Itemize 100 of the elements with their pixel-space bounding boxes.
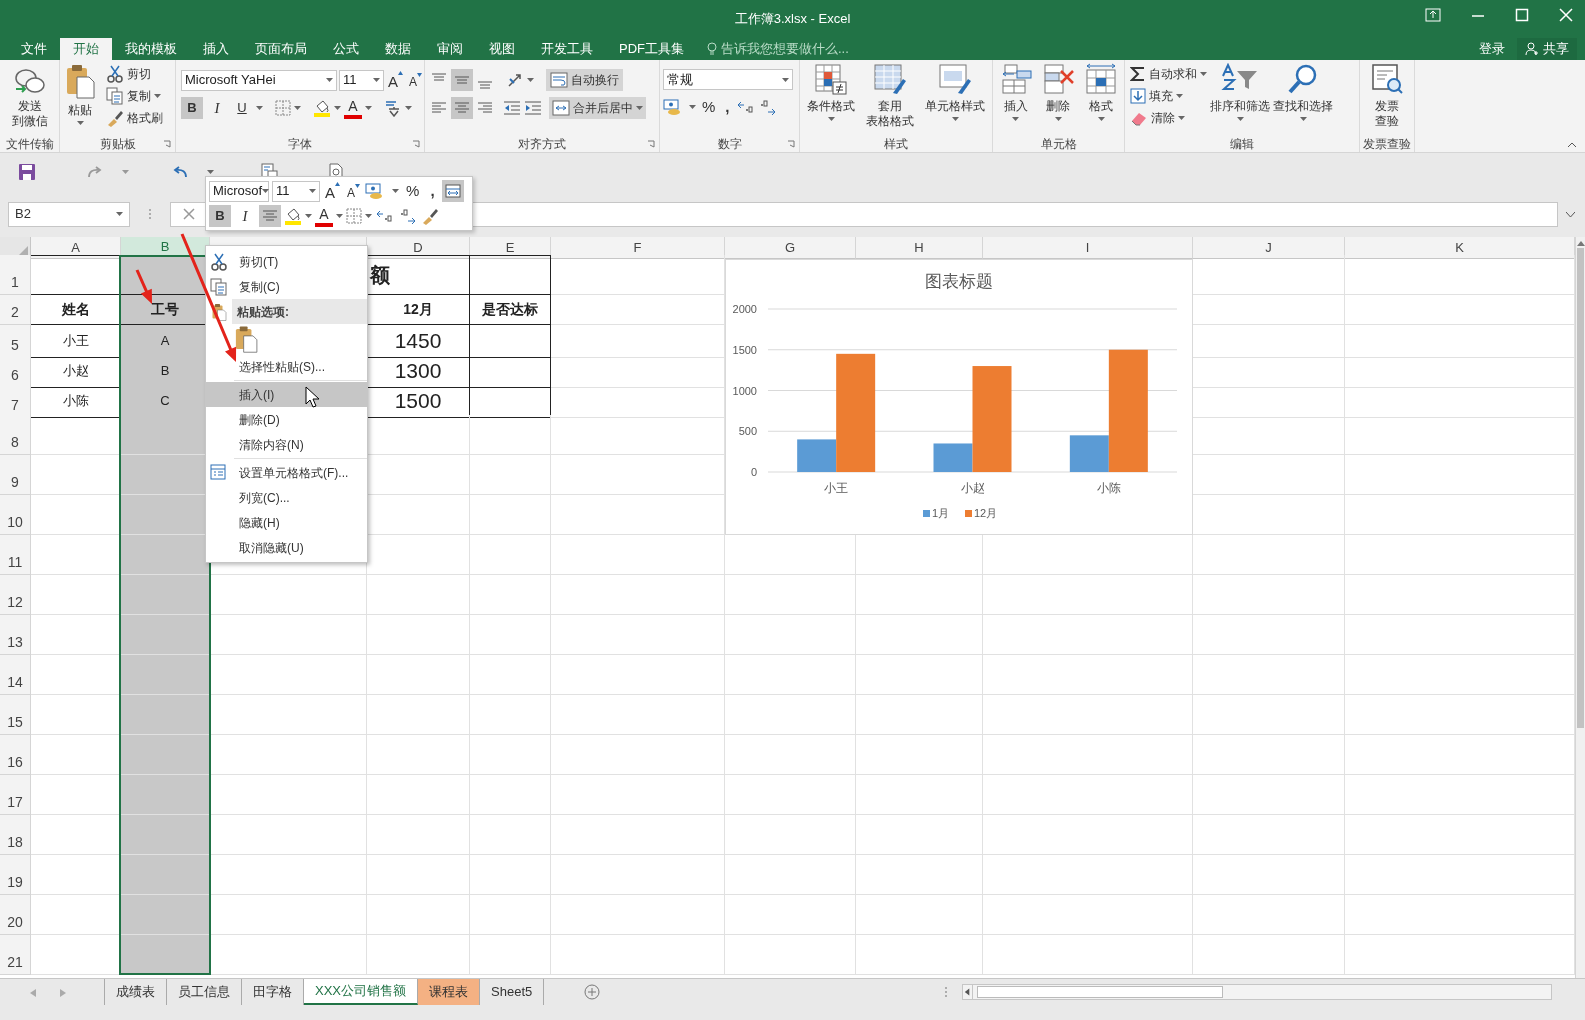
menu-item[interactable]: 设置单元格格式(F)... [206,460,367,485]
dialog-launcher-icon[interactable] [163,140,171,148]
row-header[interactable]: 18 [0,815,31,855]
scroll-right-icon[interactable] [60,989,66,997]
font-size-field[interactable]: 11 [339,69,384,91]
select-all-icon[interactable] [18,245,28,256]
tell-me-field[interactable]: 告诉我您想要做什么... [707,38,849,60]
column-width-icon[interactable] [444,184,461,198]
collapse-ribbon-icon[interactable] [1567,142,1577,148]
ribbon-tab[interactable]: 文件 [8,38,60,60]
shrink-font-button[interactable]: A [345,180,363,202]
column-header[interactable]: G [725,237,856,259]
decrease-indent-icon[interactable] [502,100,522,116]
sheet-tab[interactable]: 课程表 [418,979,480,1005]
row-header[interactable]: 12 [0,575,31,615]
column-header[interactable]: F [551,237,725,259]
font-color-button[interactable]: A [315,205,333,227]
font-size-field[interactable]: 11 [272,180,320,202]
ribbon-tab[interactable]: 数据 [372,38,424,60]
restore-window-icon[interactable] [1425,8,1441,22]
ribbon-button[interactable]: 发票 查验 [1370,63,1404,129]
ribbon-tab[interactable]: 开发工具 [528,38,606,60]
ribbon-tab[interactable]: 公式 [320,38,372,60]
underline-button[interactable]: U [231,97,253,119]
font-name-field[interactable]: Microsof [209,180,269,202]
ribbon-tab[interactable]: 开始 [60,38,112,60]
bold-button[interactable]: B [209,205,231,227]
maximize-icon[interactable] [1515,8,1529,22]
font-color-button[interactable]: A [344,97,362,119]
column-header[interactable]: H [856,237,983,259]
ribbon-button[interactable]: 条件格式 [807,63,855,121]
phonetic-icon[interactable] [384,99,402,117]
row-header[interactable]: 8 [0,415,31,455]
menu-item[interactable]: 清除内容(N) [206,432,367,457]
dialog-launcher-icon[interactable] [412,140,420,148]
bold-button[interactable]: B [181,97,203,119]
row-header[interactable]: 5 [0,325,31,358]
ribbon-button[interactable]: 发送 到微信 [11,63,48,129]
column-header[interactable]: I [983,237,1193,259]
ribbon-button[interactable]: 删除 [1041,63,1076,121]
scroll-left-icon[interactable] [963,985,974,999]
border-icon[interactable] [275,100,291,116]
menu-item[interactable]: 隐藏(H) [206,510,367,535]
sheet-tab[interactable]: Sheet5 [480,979,545,1005]
share-button[interactable]: 共享 [1517,38,1577,60]
empty-cell[interactable] [470,385,551,418]
expand-formula-icon[interactable] [1566,211,1575,217]
ribbon-button[interactable]: 粘贴 [63,63,97,125]
horizontal-scrollbar[interactable] [962,984,1553,1000]
row-header[interactable]: 11 [0,535,31,575]
percent-button[interactable]: % [698,96,720,118]
sheet-tab[interactable]: XXX公司销售额 [304,979,418,1005]
empty-cell[interactable] [470,325,551,358]
wrap-text-button[interactable]: 自动换行 [546,69,623,91]
brush-icon[interactable] [421,207,439,225]
row-header[interactable]: 20 [0,895,31,935]
ribbon-button[interactable]: 查找和选择 [1273,63,1333,121]
comma-style-button[interactable]: , [721,96,734,118]
ribbon-button[interactable]: 清除 [1130,107,1207,129]
column-header[interactable]: E [470,237,551,259]
merge-center-button[interactable]: 合并后居中 [549,97,646,119]
empty-cell[interactable] [470,355,551,388]
border-icon[interactable] [346,208,362,224]
ribbon-button[interactable]: 填充 [1130,85,1207,107]
decrease-decimal-icon[interactable] [398,207,418,225]
grow-font-button[interactable]: A [323,180,342,202]
fill-bucket-icon[interactable] [284,207,302,225]
italic-button[interactable]: I [234,205,256,227]
row-header[interactable]: 15 [0,695,31,735]
save-icon[interactable] [18,163,36,181]
row-header[interactable]: 13 [0,615,31,655]
increase-indent-icon[interactable] [523,100,543,116]
sheet-tab[interactable]: 员工信息 [167,979,242,1005]
font-name-field[interactable]: Microsoft YaHei [181,69,337,91]
ribbon-tab[interactable]: 页面布局 [242,38,320,60]
ribbon-button[interactable]: 套用 表格格式 [866,63,914,129]
sign-in-link[interactable]: 登录 [1467,38,1517,60]
menu-item[interactable]: 取消隐藏(U) [206,535,367,560]
ribbon-button[interactable]: 排序和筛选 [1210,63,1270,121]
row-header[interactable]: 10 [0,495,31,535]
ribbon-button[interactable]: 复制 [106,85,163,107]
comma-style-button[interactable]: , [426,180,439,202]
grow-font-button[interactable]: A [386,69,405,91]
shrink-font-button[interactable]: A [407,69,425,91]
sheet-tab[interactable]: 成绩表 [105,979,167,1005]
drag-handle-icon[interactable] [944,986,949,998]
paste-option-icon[interactable] [234,325,258,353]
column-header[interactable]: J [1193,237,1345,259]
name-box[interactable]: B2 [8,201,130,227]
row-header[interactable]: 21 [0,935,31,975]
scroll-up-icon[interactable] [1576,240,1585,246]
percent-button[interactable]: % [402,180,424,202]
menu-item[interactable]: 列宽(C)... [206,485,367,510]
menu-item[interactable]: 插入(I) [206,382,367,407]
ribbon-tab[interactable]: 审阅 [424,38,476,60]
italic-button[interactable]: I [206,97,228,119]
ribbon-button[interactable]: 剪切 [106,63,163,85]
dialog-launcher-icon[interactable] [787,140,795,148]
undo-icon[interactable] [171,165,189,179]
number-format-field[interactable]: 常规 [663,69,793,90]
